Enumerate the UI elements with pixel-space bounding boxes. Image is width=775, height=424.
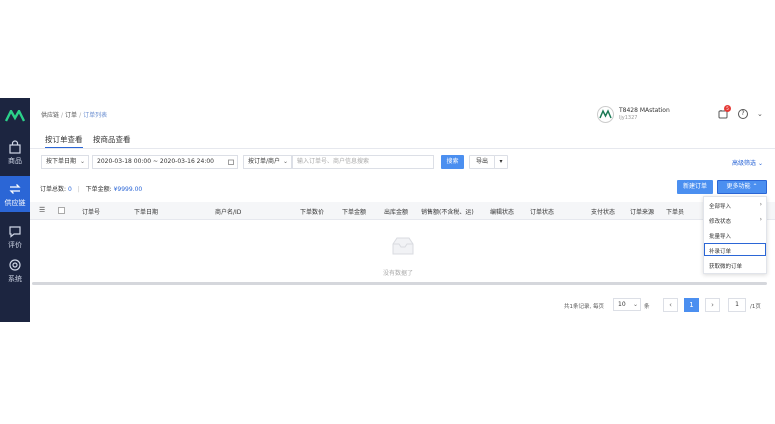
- new-order-button[interactable]: 新建订单: [677, 180, 713, 194]
- column-header[interactable]: 订单来源: [630, 207, 654, 216]
- sidebar-item-label: 供应链: [4, 199, 26, 207]
- empty-inbox-icon: [392, 237, 414, 255]
- column-header[interactable]: 支付状态: [591, 207, 615, 216]
- page-jump-input[interactable]: 1: [728, 298, 746, 312]
- search-button[interactable]: 搜索: [441, 155, 464, 169]
- chevron-down-icon: ⌄: [632, 301, 638, 308]
- sidebar: 商品 供应链 评价 系统: [0, 98, 30, 322]
- table-header: ☰ 订单号 下单日期 商户名/ID 下单数价 下单金额 出库金额 销售额(不含税…: [30, 202, 775, 220]
- exchange-icon: [9, 184, 21, 194]
- breadcrumb-item[interactable]: 订单: [65, 112, 77, 119]
- chevron-right-icon: ›: [759, 216, 762, 223]
- search-type-value: 按订单/商户: [248, 158, 281, 165]
- bag-icon: [9, 140, 21, 154]
- menu-item-fetch-orders[interactable]: 获取微的订单: [709, 262, 742, 270]
- column-header[interactable]: 订单状态: [530, 207, 554, 216]
- page-size-unit: 条: [644, 304, 650, 310]
- sidebar-item-label: 系统: [8, 275, 22, 283]
- sidebar-item-system[interactable]: 系统: [0, 258, 30, 294]
- gear-icon: [9, 259, 21, 271]
- breadcrumb-item[interactable]: 供应链: [41, 112, 59, 119]
- menu-item-label: 获取微的订单: [709, 264, 743, 270]
- chevron-right-icon: ›: [711, 301, 714, 309]
- column-header[interactable]: 销售额(不含税、运): [421, 207, 474, 216]
- search-input[interactable]: 输入订单号、商户信息搜索: [292, 155, 434, 169]
- sidebar-item-reviews[interactable]: 评价: [0, 224, 30, 260]
- chevron-up-icon: ⌃: [752, 183, 758, 190]
- column-header[interactable]: 下单数价: [300, 207, 324, 216]
- chevron-down-icon: ⌄: [79, 158, 85, 165]
- breadcrumb: 供应链 / 订单 / 订单列表: [41, 112, 108, 119]
- page-size-value: 10: [618, 301, 626, 308]
- select-all-checkbox[interactable]: [58, 207, 65, 214]
- column-header[interactable]: 下单日期: [134, 207, 158, 216]
- more-functions-label: 更多功能: [726, 183, 751, 190]
- menu-item-label: 补录订单: [709, 249, 732, 255]
- caret-down-icon: ▾: [499, 158, 503, 165]
- sidebar-item-products[interactable]: 商品: [0, 140, 30, 176]
- comment-icon: [9, 226, 21, 238]
- chevron-left-icon: ‹: [669, 301, 672, 309]
- advanced-filter-label: 高级筛选: [732, 160, 757, 167]
- column-header[interactable]: 商户名/ID: [215, 207, 241, 216]
- menu-item-batch-import[interactable]: 批量导入: [709, 232, 731, 240]
- logo-icon: [5, 110, 25, 122]
- app-frame: 商品 供应链 评价 系统 供应链 / 订单 / 订单列表 T8428 MAstation…: [0, 98, 775, 322]
- tab-by-product[interactable]: 按商品查看: [93, 134, 131, 147]
- chevron-right-icon: ›: [759, 201, 762, 208]
- more-functions-button[interactable]: 更多功能 ⌃: [717, 180, 767, 194]
- tab-by-order[interactable]: 按订单查看: [45, 134, 83, 148]
- user-name: T8428 MAstation: [619, 107, 670, 114]
- menu-item-modify-status[interactable]: 修改状态: [709, 217, 731, 225]
- amount-label: 下单金额:: [85, 186, 112, 193]
- count-label: 订单总数:: [40, 186, 67, 193]
- prev-page-button[interactable]: ‹: [663, 298, 678, 312]
- brand-avatar-icon: [599, 109, 612, 119]
- chevron-down-icon: ⌄: [282, 158, 288, 165]
- advanced-filter-link[interactable]: 高级筛选 ⌄: [732, 158, 763, 167]
- page-count: /1页: [750, 304, 761, 310]
- column-header[interactable]: 下单员: [666, 207, 684, 216]
- menu-item-label: 批量导入: [709, 234, 732, 240]
- notification-badge: 5: [724, 105, 731, 112]
- breadcrumb-current: 订单列表: [83, 112, 108, 119]
- menu-item-label: 全部导入: [709, 204, 732, 210]
- column-header[interactable]: 订单号: [82, 207, 100, 216]
- pagination-total: 共1条记录, 每页: [564, 304, 604, 310]
- sidebar-item-supply-chain[interactable]: 供应链: [0, 176, 30, 212]
- menu-item-label: 修改状态: [709, 219, 732, 225]
- page-number-button[interactable]: 1: [684, 298, 699, 312]
- column-header[interactable]: 出库金额: [384, 207, 408, 216]
- help-icon[interactable]: ?: [738, 109, 748, 119]
- amount-value: ¥9999.00: [113, 186, 143, 193]
- date-range-picker[interactable]: 2020-03-18 00:00 ~ 2020-03-16 24:00: [92, 155, 238, 169]
- page-size-select[interactable]: 10 ⌄: [613, 298, 641, 311]
- sidebar-item-label: 商品: [8, 157, 22, 165]
- count-value: 0: [67, 186, 72, 193]
- date-type-select[interactable]: 按下单日期 ⌄: [41, 155, 89, 169]
- export-dropdown-button[interactable]: ▾: [494, 155, 508, 169]
- export-button[interactable]: 导出: [469, 155, 495, 169]
- horizontal-scrollbar[interactable]: [32, 282, 767, 285]
- menu-item-import-all[interactable]: 全部导入: [709, 202, 731, 210]
- more-functions-menu: 全部导入 › 修改状态 › 批量导入 补录订单 获取微的订单: [703, 196, 767, 274]
- column-settings-icon[interactable]: ☰: [39, 206, 45, 214]
- chevron-down-icon: ⌄: [757, 160, 763, 167]
- sidebar-item-label: 评价: [8, 241, 22, 249]
- chevron-down-icon[interactable]: ⌄: [757, 110, 763, 118]
- column-header[interactable]: 下单金额: [342, 207, 366, 216]
- search-type-select[interactable]: 按订单/商户 ⌄: [243, 155, 292, 169]
- date-type-value: 按下单日期: [46, 158, 77, 165]
- empty-text: 没有数据了: [383, 270, 414, 277]
- next-page-button[interactable]: ›: [705, 298, 720, 312]
- calendar-icon: [228, 159, 234, 165]
- user-id: ljy1327: [619, 115, 638, 121]
- column-header[interactable]: 编辑状态: [490, 207, 514, 216]
- order-summary: 订单总数: 0 | 下单金额: ¥9999.00: [40, 186, 143, 193]
- search-placeholder: 输入订单号、商户信息搜索: [297, 158, 370, 165]
- divider: [30, 148, 775, 149]
- menu-item-supplement-order[interactable]: 补录订单: [709, 247, 731, 255]
- avatar: [597, 106, 614, 123]
- date-range-value: 2020-03-18 00:00 ~ 2020-03-16 24:00: [97, 158, 214, 165]
